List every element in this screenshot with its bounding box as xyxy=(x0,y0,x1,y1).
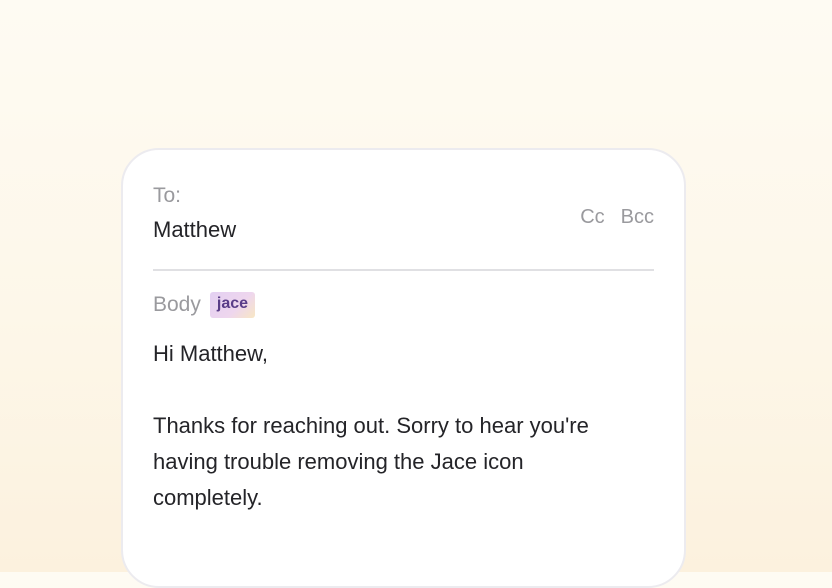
body-header: Body jace xyxy=(153,292,256,318)
message-line: completely. xyxy=(153,485,263,510)
to-recipient-field[interactable]: Matthew xyxy=(153,217,236,243)
body-label: Body xyxy=(153,293,201,316)
message-line: Thanks for reaching out. Sorry to hear y… xyxy=(153,413,589,438)
header-divider xyxy=(153,269,654,271)
message-greeting: Hi Matthew, xyxy=(153,341,268,366)
email-compose-card: To: Matthew Cc Bcc Body jace Hi Matthew,… xyxy=(121,148,686,588)
cc-button[interactable]: Cc xyxy=(580,205,604,229)
bcc-button[interactable]: Bcc xyxy=(621,205,654,229)
message-body-field[interactable]: Hi Matthew, Thanks for reaching out. Sor… xyxy=(153,336,654,516)
message-line: having trouble removing the Jace icon xyxy=(153,449,524,474)
jace-badge: jace xyxy=(209,292,256,318)
copy-recipient-links: Cc Bcc xyxy=(580,205,654,229)
to-label: To: xyxy=(153,184,182,207)
